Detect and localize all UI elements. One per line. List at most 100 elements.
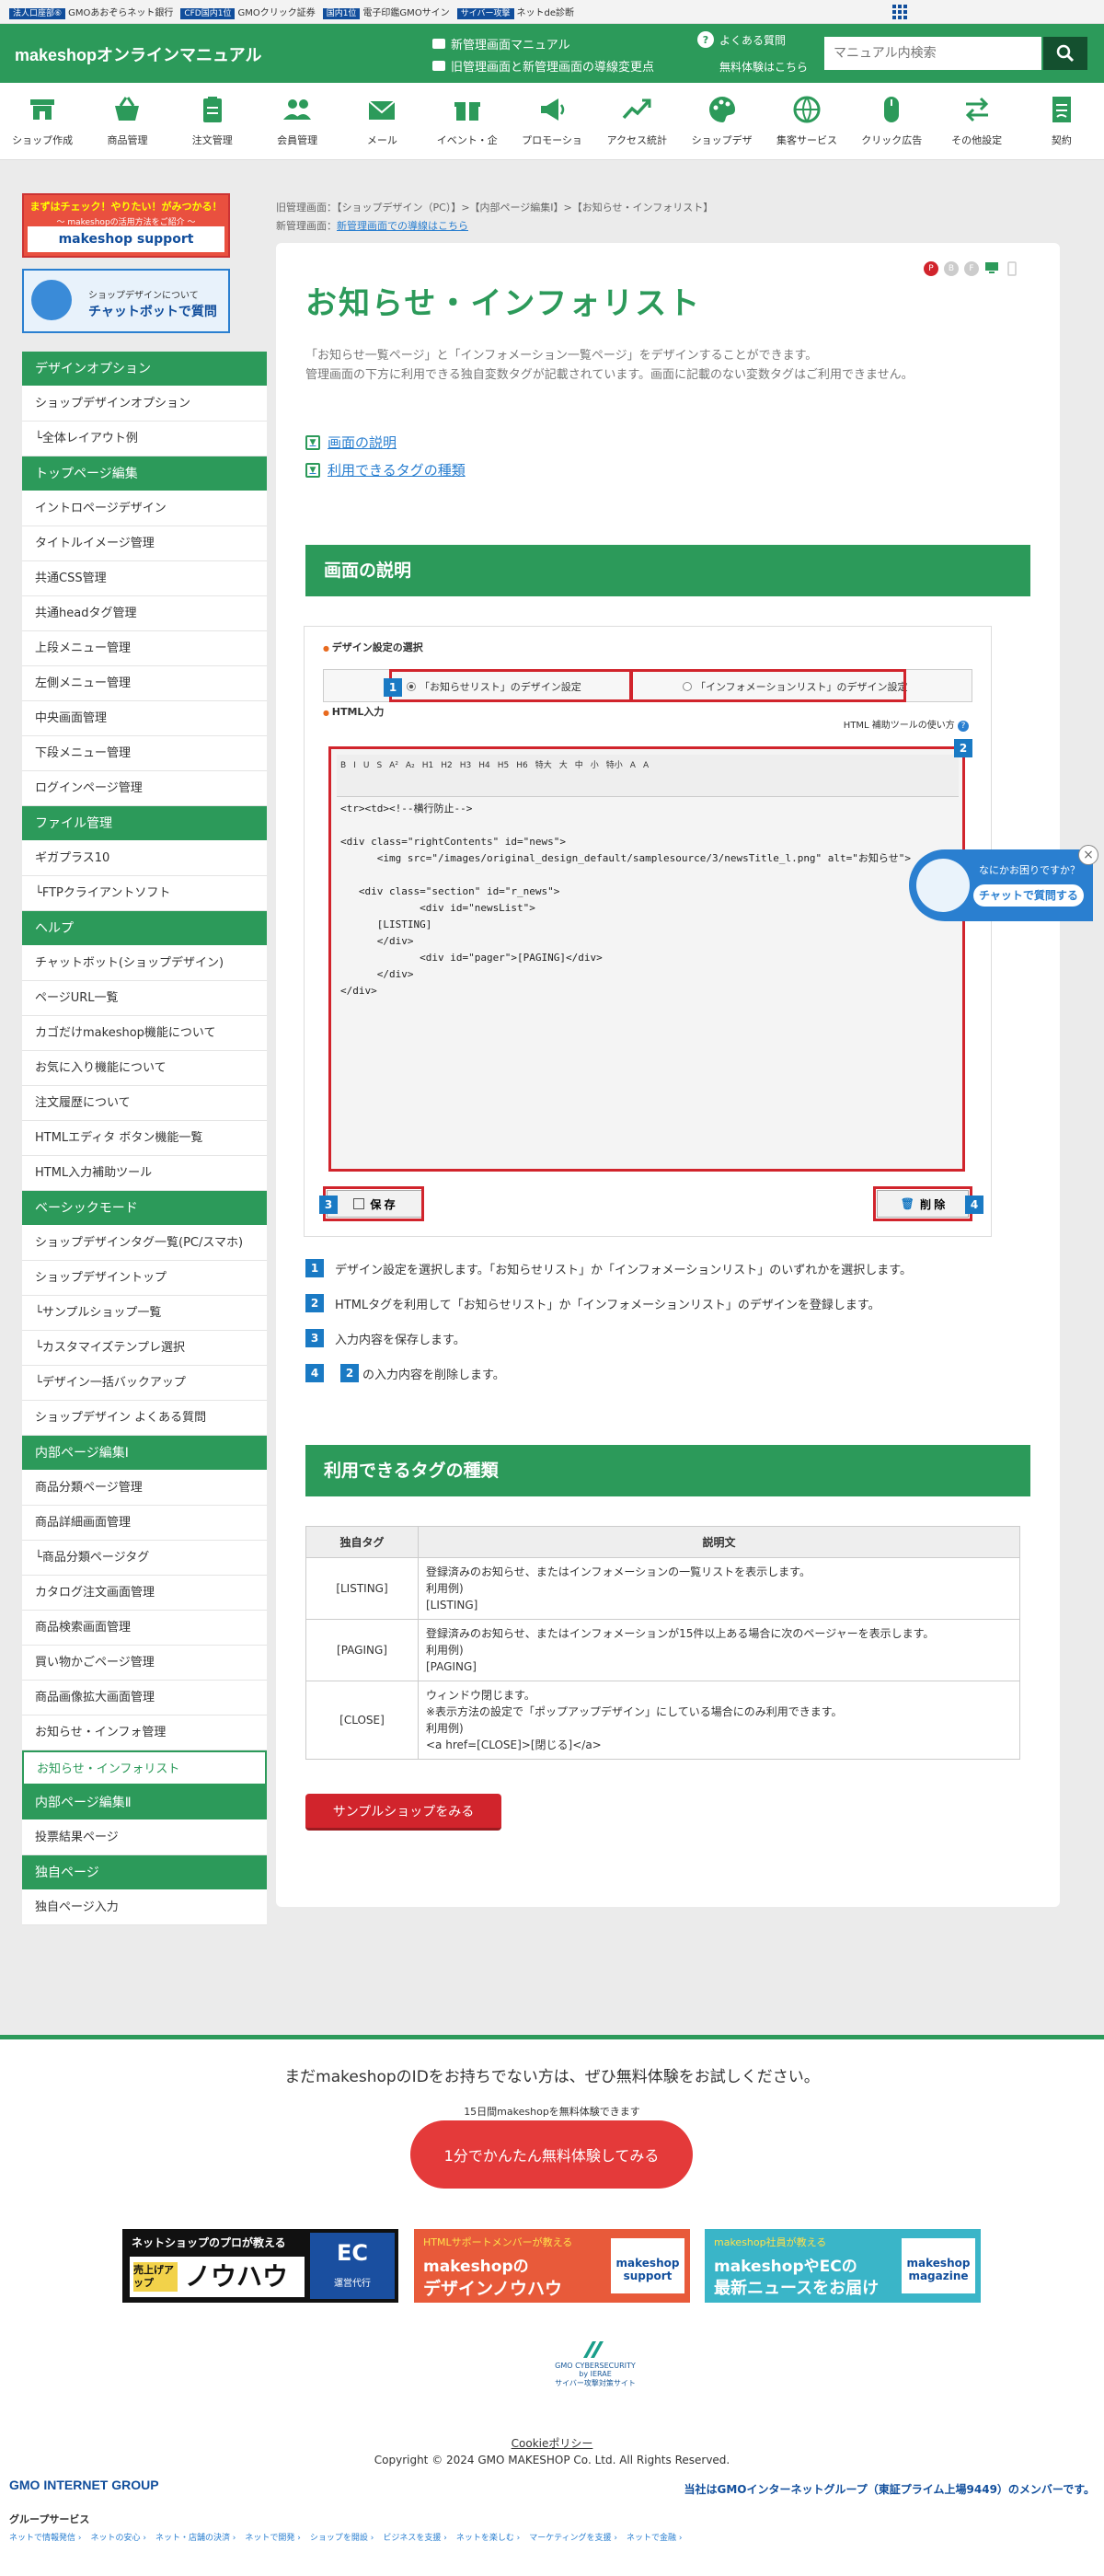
sidebar-section-heading: デザインオプション [22,352,267,387]
sidebar-item[interactable]: ログインページ管理 [22,771,267,806]
sidebar-item[interactable]: 共通headタグ管理 [22,596,267,631]
nav-item-gift[interactable]: イベント・企 [425,83,510,159]
gmo-bar-item-4[interactable]: サイバー攻撃 ネットde診断 [456,5,574,19]
sidebar-item[interactable]: 商品分類ページ管理 [22,1471,267,1506]
footer-banner-design[interactable]: HTMLサポートメンバーが教える makeshopの デザインノウハウ make… [414,2229,690,2303]
nav-item-basket[interactable]: 商品管理 [85,83,169,159]
faq-link[interactable]: ? よくある質問 [697,31,786,48]
cybersecurity-badge[interactable]: GMO CYBERSECURITY by IERAE サイバー攻撃対策サイト [552,2339,638,2387]
close-icon[interactable]: × [1078,845,1098,865]
sidebar-item[interactable]: 商品画像拡大画面管理 [22,1681,267,1715]
sidebar-item[interactable]: ショップデザイントップ [22,1261,267,1296]
group-service-link[interactable]: ビジネスを支援 › [383,2531,446,2543]
gmo-bar-tag: 法人口座部⑥ [9,8,66,19]
sidebar-item[interactable]: ショップデザインオプション [22,387,267,422]
free-trial-link[interactable]: 無料体験はこちら [719,59,808,75]
group-service-link[interactable]: ネットの安心 › [90,2531,145,2543]
sidebar-item[interactable]: 独自ページ入力 [22,1890,267,1925]
gmo-bar-text: GMOあおぞらネット銀行 [68,8,174,18]
nav-item-clipboard[interactable]: 注文管理 [170,83,255,159]
sidebar-item[interactable]: タイトルイメージ管理 [22,526,267,561]
toc-link-tags[interactable]: ▼ 利用できるタグの種類 [305,460,466,479]
sidebar-item[interactable]: チャットボット(ショップデザイン) [22,946,267,981]
nav-item-palette[interactable]: ショップデザ [680,83,765,159]
nav-item-mouse[interactable]: クリック広告 [849,83,934,159]
chatbot-banner-line2: チャットボットで質問 [88,305,217,319]
sidebar-item[interactable]: 商品検索画面管理 [22,1611,267,1646]
breadcrumb-new-link[interactable]: 新管理画面での導線はこちら [337,220,468,232]
nav-item-swap[interactable]: その他設定 [934,83,1018,159]
gmo-internet-group-logo[interactable]: GMO INTERNET GROUP [9,2478,159,2492]
sample-shop-button[interactable]: サンプルショップをみる [305,1794,501,1831]
sidebar-item[interactable]: カタログ注文画面管理 [22,1576,267,1611]
sidebar-item[interactable]: 下段メニュー管理 [22,736,267,771]
tag-description-line: 利用例) [426,1582,464,1595]
group-service-link[interactable]: ネットを楽しむ › [456,2531,520,2543]
sidebar-item[interactable]: お知らせ・インフォ管理 [22,1715,267,1750]
section-heading-tags: 利用できるタグの種類 [305,1445,1030,1496]
sidebar-item[interactable]: 共通CSS管理 [22,561,267,596]
group-service-link[interactable]: ネットで金融 › [627,2531,682,2543]
new-admin-manual-link[interactable]: 新管理画面マニュアル [432,35,570,52]
footer-banner-news[interactable]: makeshop社員が教える makeshopやECの 最新ニュースをお届け m… [705,2229,981,2303]
sidebar-item[interactable]: ショップデザインタグ一覧(PC/スマホ) [22,1226,267,1261]
group-service-link[interactable]: ショップを開設 › [310,2531,374,2543]
nav-item-trend[interactable]: アクセス統計 [594,83,679,159]
free-trial-button[interactable]: 1分でかんたん無料体験してみる [410,2120,693,2189]
footer-banner-knowhow[interactable]: ネットショップのプロが教える ノウハウ 売上げアップ EC 運営代行 [122,2229,398,2303]
sidebar-item[interactable]: └FTPクライアントソフト [22,876,267,911]
sidebar-item[interactable]: └サンプルショップ一覧 [22,1296,267,1331]
tag-description-cell: ウィンドウ閉じます。 ※表示方法の設定で「ポップアップデザイン」にしている場合にの… [418,1681,1020,1760]
sidebar-item[interactable]: ギガプラス10 [22,841,267,876]
chat-widget[interactable]: なにかお困りですか？ チャットで質問する [909,849,1093,921]
gmo-bar-item-2[interactable]: CFD国内1位 GMOクリック証券 [180,5,316,19]
sidebar-item[interactable]: 左側メニュー管理 [22,666,267,701]
sidebar-item[interactable]: 投票結果ページ [22,1820,267,1855]
sidebar-item[interactable]: イントロページデザイン [22,491,267,526]
sidebar-item-current[interactable]: お知らせ・インフォリスト [22,1750,267,1785]
tag-description-line: ※表示方法の設定で「ポップアップデザイン」にしている場合にのみ利用できます。 [426,1705,843,1718]
app-grid-icon[interactable] [892,5,907,19]
tag-name-cell: [PAGING] [305,1619,419,1681]
nav-item-mail[interactable]: メール [339,83,424,159]
sidebar-item[interactable]: 注文履歴について [22,1086,267,1121]
sidebar-item[interactable]: お気に入り機能について [22,1051,267,1086]
step-text: の入力内容を削除します。 [362,1368,505,1382]
gmo-bar-item-1[interactable]: 法人口座部⑥ GMOあおぞらネット銀行 [9,5,174,19]
nav-item-megaphone[interactable]: プロモーショ [510,83,594,159]
nav-item-globe[interactable]: 集客サービス [765,83,849,159]
group-service-link[interactable]: ネットで情報発信 › [9,2531,81,2543]
group-service-link[interactable]: マーケティングを支援 › [529,2531,617,2543]
sidebar-item[interactable]: 買い物かごページ管理 [22,1646,267,1681]
chatbot-banner[interactable]: ショップデザインについて チャットボットで質問 [22,269,230,333]
nav-item-contract[interactable]: 契約 [1019,83,1104,159]
toc-link-screen[interactable]: ▼ 画面の説明 [305,433,397,452]
sidebar-item[interactable]: 中央画面管理 [22,701,267,736]
site-logo[interactable]: makeshopオンラインマニュアル [15,42,262,66]
sidebar-section-heading: ヘルプ [22,911,267,946]
search-input[interactable] [824,37,1041,70]
sidebar-item[interactable]: └全体レイアウト例 [22,422,267,456]
sidebar-item[interactable]: HTML入力補助ツール [22,1156,267,1191]
sidebar-item[interactable]: └カスタマイズテンプレ選択 [22,1331,267,1366]
sidebar-item[interactable]: 上段メニュー管理 [22,631,267,666]
gmo-bar-item-3[interactable]: 国内1位 電子印鑑GMOサイン [322,5,450,19]
group-service-link[interactable]: ネットで開発 › [245,2531,300,2543]
table-row: [PAGING] 登録済みのお知らせ、またはインフォメーションが15件以上ある場合… [305,1619,1020,1681]
sidebar-item[interactable]: ページURL一覧 [22,981,267,1016]
nav-item-users[interactable]: 会員管理 [255,83,339,159]
gmo-bar-tag: サイバー攻撃 [456,8,514,19]
html-helper-link[interactable]: HTML 補助ツールの使い方 ? [844,717,969,732]
search-button[interactable] [1043,37,1087,70]
sidebar-item[interactable]: HTMLエディタ ボタン機能一覧 [22,1121,267,1156]
sidebar-item[interactable]: └デザイン一括バックアップ [22,1366,267,1401]
sidebar-item[interactable]: 商品詳細画面管理 [22,1506,267,1541]
group-service-link[interactable]: ネット・店舗の決済 › [155,2531,236,2543]
admin-changes-link[interactable]: 旧管理画面と新管理画面の導線変更点 [432,57,654,75]
nav-item-shop[interactable]: ショップ作成 [0,83,85,159]
support-banner[interactable]: まずはチェック！やりたい！がみつかる！ 〜 makeshopの活用方法をご紹介 … [22,193,230,258]
sidebar-item[interactable]: └商品分類ページタグ [22,1541,267,1576]
cookie-policy-link[interactable]: Cookieポリシー [0,2435,1104,2451]
sidebar-item[interactable]: カゴだけmakeshop機能について [22,1016,267,1051]
sidebar-item[interactable]: ショップデザイン よくある質問 [22,1401,267,1436]
